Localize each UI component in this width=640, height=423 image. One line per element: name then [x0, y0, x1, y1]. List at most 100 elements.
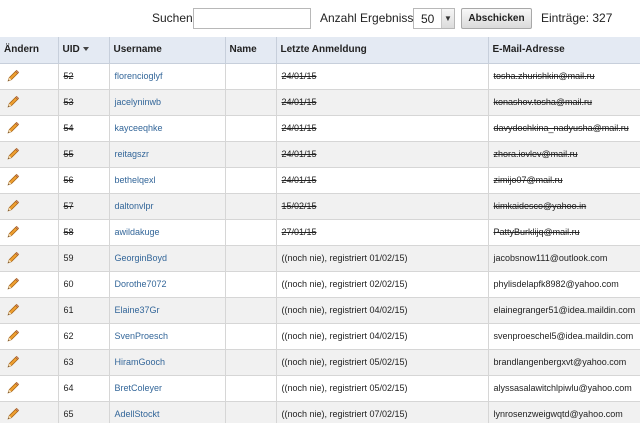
last-login-cell: 24/01/15: [276, 89, 489, 116]
last-login-cell: ((noch nie), registriert 02/02/15): [276, 271, 489, 298]
column-header-last-login[interactable]: Letzte Anmeldung: [276, 37, 489, 64]
username-link[interactable]: reitagszr: [115, 149, 150, 159]
username-cell: kayceeqhke: [109, 115, 226, 142]
table-row: 64 BretColeyer ((noch nie), registriert 05…: [0, 375, 640, 402]
email-cell: phylisdelapfk8982@yahoo.com: [488, 271, 640, 298]
edit-cell: [0, 167, 59, 194]
pencil-icon[interactable]: [5, 69, 20, 82]
column-header-username[interactable]: Username: [109, 37, 226, 64]
uid-cell: 61: [58, 297, 110, 324]
username-cell: Elaine37Gr: [109, 297, 226, 324]
last-login-cell: ((noch nie), registriert 04/02/15): [276, 297, 489, 324]
username-link[interactable]: Elaine37Gr: [115, 305, 160, 315]
uid-cell: 59: [58, 245, 110, 272]
pencil-icon[interactable]: [5, 355, 20, 368]
username-cell: AdellStockt: [109, 401, 226, 423]
pencil-icon[interactable]: [5, 329, 20, 342]
name-cell: [225, 401, 277, 423]
last-login-cell: ((noch nie), registriert 01/02/15): [276, 245, 489, 272]
column-header-uid[interactable]: UID: [58, 37, 110, 64]
username-link[interactable]: awildakuge: [115, 227, 160, 237]
username-cell: florencioglyf: [109, 63, 226, 90]
table-body: 52 florencioglyf 24/01/15 tosha.zhurishkin@…: [0, 63, 640, 423]
pencil-icon[interactable]: [5, 381, 20, 394]
edit-cell: [0, 219, 59, 246]
email-cell: PattyBurklijq@mail.ru: [488, 219, 640, 246]
username-link[interactable]: daltonvlpr: [115, 201, 154, 211]
edit-cell: [0, 115, 59, 142]
pencil-icon[interactable]: [5, 173, 20, 186]
username-link[interactable]: bethelqexl: [115, 175, 156, 185]
name-cell: [225, 245, 277, 272]
edit-cell: [0, 245, 59, 272]
table-row: 54 kayceeqhke 24/01/15 davydochkina_nadyush…: [0, 115, 640, 142]
pencil-icon[interactable]: [5, 303, 20, 316]
username-cell: GeorginBoyd: [109, 245, 226, 272]
pencil-icon[interactable]: [5, 407, 20, 420]
results-count-label: Anzahl Ergebnisse:: [320, 11, 424, 25]
username-link[interactable]: jacelyninwb: [115, 97, 162, 107]
username-cell: awildakuge: [109, 219, 226, 246]
sort-desc-icon: [82, 47, 89, 52]
email-cell: kimkaidesco@yahoo.in: [488, 193, 640, 220]
uid-cell: 55: [58, 141, 110, 168]
email-cell: konashov.tosha@mail.ru: [488, 89, 640, 116]
username-link[interactable]: GeorginBoyd: [115, 253, 168, 263]
pencil-icon[interactable]: [5, 199, 20, 212]
uid-cell: 56: [58, 167, 110, 194]
chevron-down-icon[interactable]: ▼: [441, 9, 454, 28]
table-row: 60 Dorothe7072 ((noch nie), registriert 02…: [0, 271, 640, 298]
column-header-email[interactable]: E-Mail-Adresse: [488, 37, 640, 64]
name-cell: [225, 63, 277, 90]
uid-cell: 63: [58, 349, 110, 376]
pencil-icon[interactable]: [5, 147, 20, 160]
name-cell: [225, 271, 277, 298]
table-row: 61 Elaine37Gr ((noch nie), registriert 04/…: [0, 297, 640, 324]
username-link[interactable]: HiramGooch: [115, 357, 166, 367]
last-login-cell: 24/01/15: [276, 115, 489, 142]
last-login-cell: ((noch nie), registriert 04/02/15): [276, 323, 489, 350]
last-login-cell: ((noch nie), registriert 05/02/15): [276, 349, 489, 376]
toolbar: Suchen: Anzahl Ergebnisse: 50 ▼ Abschick…: [0, 0, 640, 36]
edit-cell: [0, 349, 59, 376]
name-cell: [225, 323, 277, 350]
column-header-name[interactable]: Name: [225, 37, 277, 64]
last-login-cell: 15/02/15: [276, 193, 489, 220]
pencil-icon[interactable]: [5, 225, 20, 238]
name-cell: [225, 219, 277, 246]
username-link[interactable]: florencioglyf: [115, 71, 163, 81]
search-input[interactable]: [193, 8, 311, 29]
email-cell: svenproeschel5@idea.maildin.com: [488, 323, 640, 350]
results-count-value: 50: [421, 12, 435, 26]
username-link[interactable]: Dorothe7072: [115, 279, 167, 289]
pencil-icon[interactable]: [5, 121, 20, 134]
uid-cell: 57: [58, 193, 110, 220]
edit-cell: [0, 63, 59, 90]
username-link[interactable]: AdellStockt: [115, 409, 160, 419]
entries-count: Einträge: 327: [541, 11, 613, 25]
pencil-icon[interactable]: [5, 251, 20, 264]
name-cell: [225, 297, 277, 324]
username-cell: jacelyninwb: [109, 89, 226, 116]
username-link[interactable]: SvenProesch: [115, 331, 169, 341]
email-cell: davydochkina_nadyusha@mail.ru: [488, 115, 640, 142]
edit-cell: [0, 89, 59, 116]
edit-cell: [0, 323, 59, 350]
results-count-select[interactable]: 50 ▼: [413, 8, 455, 29]
edit-cell: [0, 193, 59, 220]
table-row: 53 jacelyninwb 24/01/15 konashov.tosha@mail…: [0, 89, 640, 116]
username-link[interactable]: kayceeqhke: [115, 123, 163, 133]
username-cell: bethelqexl: [109, 167, 226, 194]
table-row: 65 AdellStockt ((noch nie), registriert 07…: [0, 401, 640, 423]
uid-cell: 62: [58, 323, 110, 350]
username-link[interactable]: BretColeyer: [115, 383, 163, 393]
name-cell: [225, 193, 277, 220]
name-cell: [225, 115, 277, 142]
pencil-icon[interactable]: [5, 277, 20, 290]
username-cell: Dorothe7072: [109, 271, 226, 298]
edit-cell: [0, 271, 59, 298]
submit-button[interactable]: Abschicken: [461, 8, 532, 29]
email-cell: lynrosenzweigwqtd@yahoo.com: [488, 401, 640, 423]
last-login-cell: 24/01/15: [276, 63, 489, 90]
pencil-icon[interactable]: [5, 95, 20, 108]
